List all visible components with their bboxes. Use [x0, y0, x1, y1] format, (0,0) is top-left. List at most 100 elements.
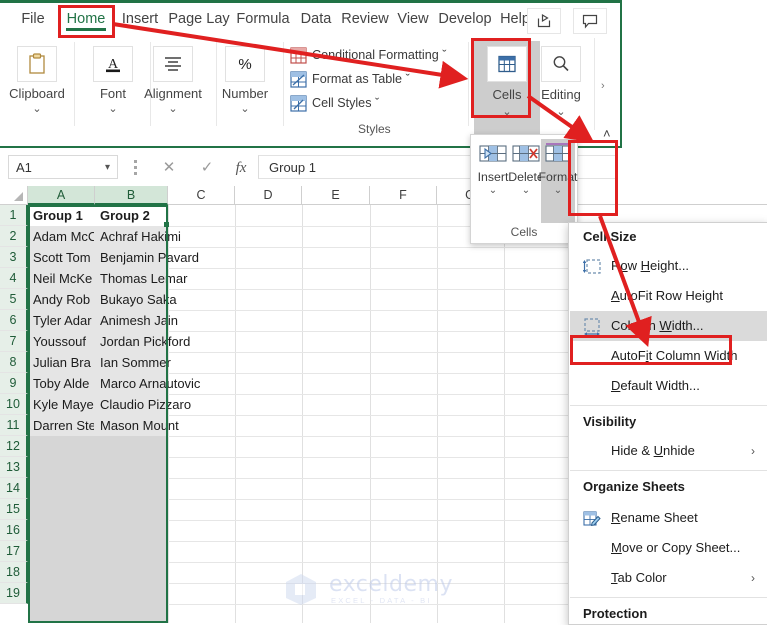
menu-item-move-or-copy-sheet[interactable]: Move or Copy Sheet... — [570, 533, 767, 563]
ribbon-group-number[interactable]: % Number ⌄ — [212, 44, 278, 132]
ribbon-group-alignment[interactable]: Alignment ⌄ — [140, 44, 206, 132]
cell-B9[interactable]: Marco Arnautovic — [97, 373, 200, 394]
cell-A6[interactable]: Tyler Adar — [30, 310, 94, 331]
cell-A19[interactable] — [30, 583, 94, 604]
name-box[interactable]: A1 ▾ — [8, 155, 118, 179]
enter-formula-button[interactable]: ✓ — [190, 157, 224, 179]
column-header-c[interactable]: C — [168, 186, 235, 205]
cell-B19[interactable] — [97, 583, 100, 604]
cell-A13[interactable] — [30, 457, 94, 478]
ribbon-collapse-caret-icon[interactable]: ˄ — [603, 126, 611, 141]
cell-B8[interactable]: Ian Sommer — [97, 352, 171, 373]
cell-B5[interactable]: Bukayo Saka — [97, 289, 177, 310]
ribbon-group-font[interactable]: A Font ⌄ — [80, 44, 146, 132]
cell-B6[interactable]: Animesh Jain — [97, 310, 178, 331]
cell-A12[interactable] — [30, 436, 94, 457]
menu-item-tab-color[interactable]: Tab Color › — [570, 563, 767, 593]
column-header-a[interactable]: A — [28, 186, 95, 205]
row-header-10[interactable]: 10 — [0, 394, 28, 415]
alignment-caret-icon[interactable]: ⌄ — [140, 104, 206, 115]
cell-A16[interactable] — [30, 520, 94, 541]
cell-B14[interactable] — [97, 478, 100, 499]
cell-A17[interactable] — [30, 541, 94, 562]
row-header-9[interactable]: 9 — [0, 373, 28, 394]
selection-fill-handle[interactable] — [164, 222, 169, 227]
cell-A14[interactable] — [30, 478, 94, 499]
cell-B17[interactable] — [97, 541, 100, 562]
row-header-11[interactable]: 11 — [0, 415, 28, 436]
tab-formulas[interactable]: Formula — [234, 5, 292, 33]
tab-page-layout[interactable]: Page Lay — [168, 5, 230, 33]
font-caret-icon[interactable]: ⌄ — [80, 104, 146, 115]
select-all-corner-button[interactable] — [0, 186, 28, 205]
menu-item-row-height[interactable]: Row Height... — [570, 251, 767, 281]
row-header-14[interactable]: 14 — [0, 478, 28, 499]
cell-A10[interactable]: Kyle Maye — [30, 394, 94, 415]
name-box-chevron-down-icon[interactable]: ▾ — [105, 156, 110, 179]
row-header-13[interactable]: 13 — [0, 457, 28, 478]
cell-A9[interactable]: Toby Alde — [30, 373, 94, 394]
row-header-3[interactable]: 3 — [0, 247, 28, 268]
menu-item-rename-sheet[interactable]: Rename Sheet — [570, 503, 767, 533]
cell-A1[interactable]: Group 1 — [30, 205, 94, 226]
tab-data[interactable]: Data — [297, 5, 335, 33]
row-header-8[interactable]: 8 — [0, 352, 28, 373]
cell-A5[interactable]: Andy Rob — [30, 289, 94, 310]
cell-A2[interactable]: Adam McC — [30, 226, 94, 247]
menu-item-autofit-row-height[interactable]: AutoFit Row Height — [570, 281, 767, 311]
cell-A3[interactable]: Scott Tom — [30, 247, 94, 268]
row-header-5[interactable]: 5 — [0, 289, 28, 310]
formula-bar-drag-handle[interactable] — [134, 160, 137, 175]
cell-B16[interactable] — [97, 520, 100, 541]
column-header-b[interactable]: B — [95, 186, 168, 205]
column-header-d[interactable]: D — [235, 186, 302, 205]
cell-B11[interactable]: Mason Mount — [97, 415, 179, 436]
row-header-15[interactable]: 15 — [0, 499, 28, 520]
row-header-7[interactable]: 7 — [0, 331, 28, 352]
insert-cells-caret-icon[interactable]: ⌄ — [476, 186, 510, 196]
row-header-19[interactable]: 19 — [0, 583, 28, 604]
cancel-formula-button[interactable]: ✕ — [152, 157, 186, 179]
ribbon-overflow-arrow[interactable]: › — [601, 80, 605, 92]
cell-B12[interactable] — [97, 436, 100, 457]
row-header-4[interactable]: 4 — [0, 268, 28, 289]
cell-A11[interactable]: Darren Ste — [30, 415, 94, 436]
insert-function-button[interactable]: fx — [224, 157, 258, 179]
editing-caret-icon[interactable]: ⌄ — [528, 107, 594, 118]
tab-review[interactable]: Review — [340, 5, 390, 33]
row-header-16[interactable]: 16 — [0, 520, 28, 541]
number-caret-icon[interactable]: ⌄ — [212, 104, 278, 115]
cell-A18[interactable] — [30, 562, 94, 583]
row-header-12[interactable]: 12 — [0, 436, 28, 457]
cell-B13[interactable] — [97, 457, 100, 478]
tab-insert[interactable]: Insert — [117, 5, 163, 33]
cell-B2[interactable]: Achraf Hakimi — [97, 226, 181, 247]
delete-cells-caret-icon[interactable]: ⌄ — [509, 186, 543, 196]
cell-B18[interactable] — [97, 562, 100, 583]
cell-B4[interactable]: Thomas Lemar — [97, 268, 187, 289]
row-header-6[interactable]: 6 — [0, 310, 28, 331]
row-header-18[interactable]: 18 — [0, 562, 28, 583]
row-header-17[interactable]: 17 — [0, 541, 28, 562]
comment-button[interactable] — [573, 8, 607, 34]
tab-file[interactable]: File — [16, 5, 50, 33]
menu-item-default-width[interactable]: Default Width... — [570, 371, 767, 401]
share-button-2[interactable] — [527, 8, 561, 34]
clipboard-caret-icon[interactable]: ⌄ — [4, 104, 70, 115]
cell-A15[interactable] — [30, 499, 94, 520]
column-header-e[interactable]: E — [302, 186, 370, 205]
column-header-f[interactable]: F — [370, 186, 437, 205]
ribbon-group-editing[interactable]: Editing ⌄ — [528, 41, 594, 129]
cell-B15[interactable] — [97, 499, 100, 520]
cell-B7[interactable]: Jordan Pickford — [97, 331, 190, 352]
insert-cells-button[interactable]: Insert ⌄ — [476, 139, 510, 223]
cell-A8[interactable]: Julian Bra — [30, 352, 94, 373]
row-header-2[interactable]: 2 — [0, 226, 28, 247]
ribbon-group-clipboard[interactable]: Clipboard ⌄ — [4, 44, 70, 132]
row-header-1[interactable]: 1 — [0, 205, 28, 226]
cell-A7[interactable]: Youssouf — [30, 331, 94, 352]
cell-B3[interactable]: Benjamin Pavard — [97, 247, 199, 268]
tab-view[interactable]: View — [394, 5, 432, 33]
cell-B1[interactable]: Group 2 — [97, 205, 167, 226]
tab-developer[interactable]: Develop — [436, 5, 494, 33]
